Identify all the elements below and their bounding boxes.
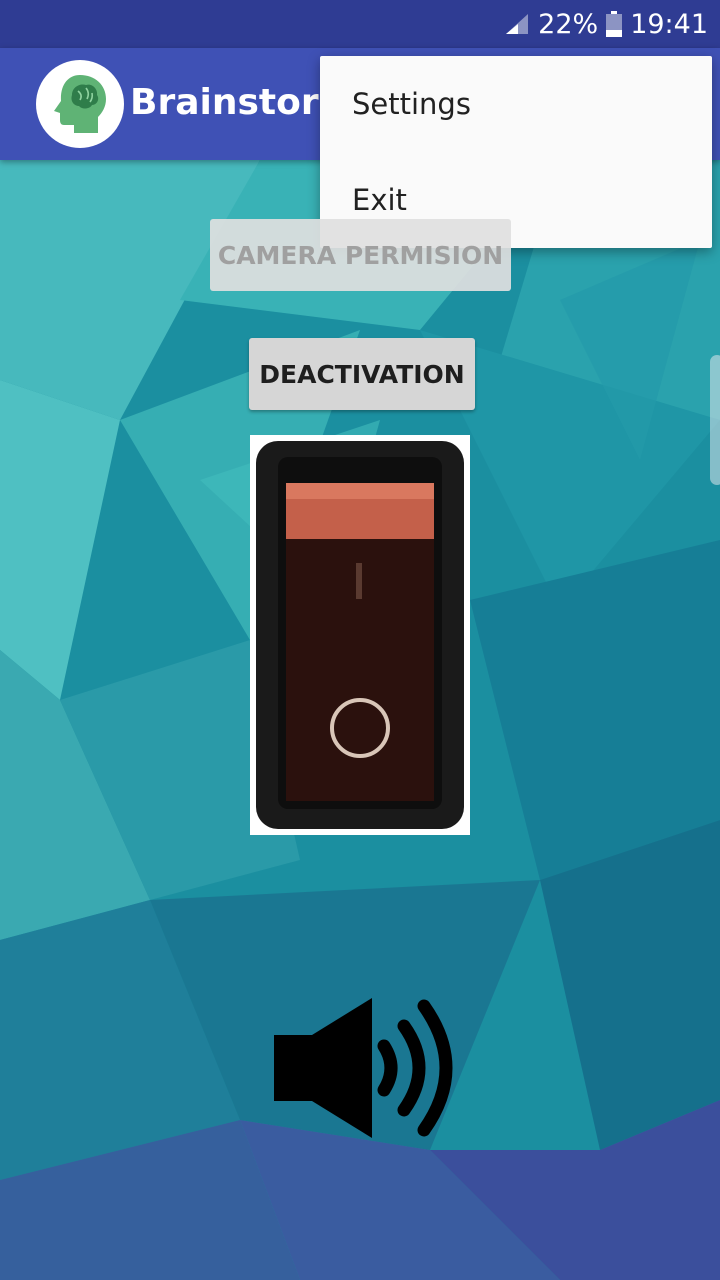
app-logo [36, 60, 124, 148]
brain-head-icon [54, 75, 106, 133]
battery-percent: 22% [538, 8, 599, 40]
clock: 19:41 [630, 8, 708, 40]
battery-icon [606, 11, 623, 37]
deactivation-button[interactable]: DEACTIVATION [249, 338, 475, 410]
camera-permission-button[interactable]: CAMERA PERMISION [210, 219, 511, 291]
edge-panel-handle[interactable] [710, 355, 720, 485]
speaker-volume-icon[interactable] [262, 990, 462, 1146]
menu-item-settings[interactable]: Settings [320, 56, 712, 152]
signal-icon [506, 14, 529, 34]
rocker-switch-icon[interactable] [250, 435, 470, 835]
status-bar: 22% 19:41 [0, 0, 720, 48]
